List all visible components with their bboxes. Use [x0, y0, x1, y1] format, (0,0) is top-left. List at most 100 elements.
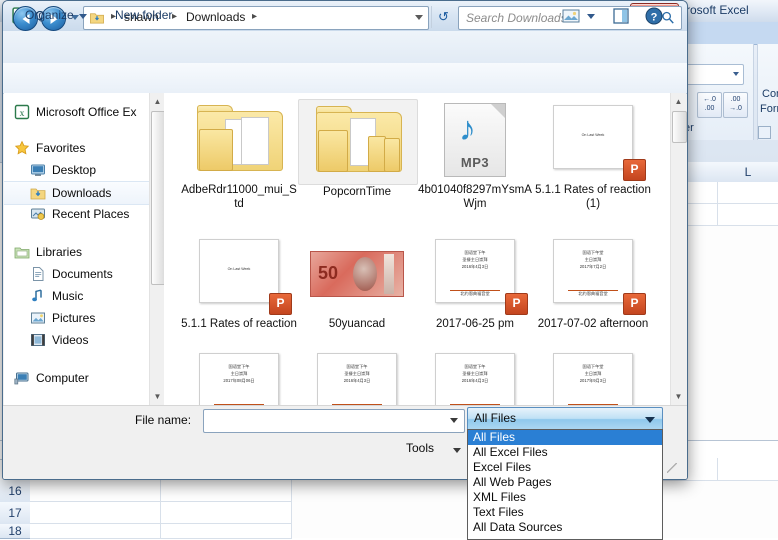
- address-bar-row: [3, 31, 687, 63]
- chevron-down-icon[interactable]: [79, 14, 87, 19]
- breadcrumb-item-downloads[interactable]: Downloads: [186, 10, 245, 24]
- increase-decimal-icon[interactable]: ←.0.00: [697, 92, 722, 118]
- scrollbar-thumb[interactable]: [672, 111, 687, 143]
- file-item[interactable]: ♪ MP3 4b01040f8297mYsmAWjm: [416, 99, 534, 211]
- thumb-line-1: 国语下午堂: [582, 364, 604, 369]
- chevron-down-icon: [733, 72, 739, 76]
- file-pane-scrollbar[interactable]: ▲ ▼: [670, 93, 687, 405]
- sidebar-item-videos[interactable]: Videos: [4, 329, 164, 351]
- excel-conditional-format-label-2: Form: [760, 103, 778, 115]
- file-item[interactable]: 国语下午堂 主日崇拜 2017年9月3日 北约恩典福音堂: [534, 347, 652, 405]
- thumb-line-3: 2017年08月06日: [223, 378, 255, 383]
- folder-open-icon: [197, 105, 283, 171]
- excel-cell[interactable]: [161, 480, 292, 502]
- help-icon[interactable]: ?: [644, 6, 664, 26]
- thumb-line-1: 国语下午堂: [582, 250, 604, 255]
- file-item[interactable]: AdbeRdr11000_mui_Std: [180, 99, 298, 211]
- file-label: 5.1.1 Rates of reaction (1): [535, 184, 651, 210]
- decrease-decimal-icon[interactable]: .00 →.0: [723, 92, 748, 118]
- excel-cell[interactable]: [718, 182, 778, 204]
- sidebar-item-microsoft-office-ex[interactable]: x Microsoft Office Ex: [4, 101, 164, 123]
- sidebar-item-downloads[interactable]: Downloads: [4, 181, 164, 205]
- excel-cell[interactable]: [30, 480, 161, 502]
- file-name-input[interactable]: [203, 409, 465, 433]
- powerpoint-thumbnail: 国语堂下午 圣餐主日崇拜 2016年4月3日 北约恩典福音堂: [317, 353, 397, 405]
- file-type-dropdown-list[interactable]: All Files All Excel Files Excel Files Al…: [467, 429, 663, 540]
- excel-cell[interactable]: [718, 204, 778, 226]
- file-type-option[interactable]: All Excel Files: [468, 445, 662, 460]
- excel-window-title: crosoft Excel: [680, 3, 749, 17]
- resize-grip[interactable]: [667, 463, 677, 473]
- file-item[interactable]: On Last Week P 5.1.1 Rates of reaction: [180, 233, 298, 331]
- powerpoint-badge-icon: P: [505, 293, 528, 315]
- scroll-down-icon[interactable]: ▼: [150, 388, 165, 405]
- sidebar-item-computer[interactable]: Computer: [4, 367, 164, 389]
- chevron-down-icon[interactable]: [450, 418, 458, 423]
- file-list-pane[interactable]: AdbeRdr11000_mui_Std PopcornTime ♪ MP3 4…: [164, 93, 670, 405]
- excel-cell[interactable]: [161, 502, 292, 524]
- file-item[interactable]: 国语下午堂 主日崇拜 2017年7月2日 北约恩典福音堂 P 2017-07-0…: [534, 233, 652, 331]
- excel-cell[interactable]: [30, 502, 161, 524]
- chevron-down-icon[interactable]: [415, 15, 423, 20]
- excel-cell[interactable]: [161, 524, 292, 539]
- file-item[interactable]: 国语堂下午 圣餐主日崇拜 2016年4月3日 北约恩典福音堂: [416, 347, 534, 405]
- thumb-line-2: 主日崇拜: [584, 257, 602, 262]
- banknote-thumbnail: 50: [310, 251, 404, 297]
- excel-dialog-launcher-icon[interactable]: [758, 126, 771, 139]
- file-item[interactable]: 50 50yuancad: [298, 233, 416, 331]
- preview-pane-icon[interactable]: [561, 6, 581, 26]
- change-view-icon[interactable]: [611, 6, 631, 26]
- file-thumbnail: 50: [298, 233, 416, 317]
- file-thumbnail: On Last Week P: [180, 233, 298, 317]
- file-type-option[interactable]: All Web Pages: [468, 475, 662, 490]
- file-item[interactable]: 国语堂下午 圣餐主日崇拜 2016年4月3日 北约恩典福音堂: [298, 347, 416, 405]
- excel-number-format-combo[interactable]: [686, 64, 744, 85]
- organize-button[interactable]: Organize: [25, 8, 74, 22]
- file-type-option[interactable]: All Data Sources: [468, 520, 662, 535]
- thumb-line-2: 圣餐主日崇拜: [344, 371, 370, 376]
- file-type-option[interactable]: All Files: [468, 430, 662, 445]
- thumb-line-3: 2016年4月3日: [461, 378, 489, 383]
- navigation-pane: x Microsoft Office Ex Favorites Desktop: [4, 93, 165, 405]
- excel-column-header-l[interactable]: L: [718, 162, 778, 183]
- thumb-line-1: 国语堂下午: [464, 364, 486, 369]
- tools-button[interactable]: Tools: [406, 441, 434, 455]
- scroll-down-icon[interactable]: ▼: [671, 388, 686, 405]
- excel-row-header-18[interactable]: 18: [0, 524, 31, 539]
- sidebar-item-pictures[interactable]: Pictures: [4, 307, 164, 329]
- excel-cell[interactable]: [30, 524, 161, 539]
- file-type-option[interactable]: Text Files: [468, 505, 662, 520]
- scroll-up-icon[interactable]: ▲: [150, 93, 165, 110]
- file-item[interactable]: 国语堂下午 圣餐主日崇拜 2016年4月3日 北约恩典福音堂 P 2017-06…: [416, 233, 534, 331]
- sidebar-item-desktop[interactable]: Desktop: [4, 159, 164, 181]
- new-folder-button[interactable]: New folder: [115, 8, 172, 22]
- sidebar-item-recent-places[interactable]: Recent Places: [4, 203, 164, 225]
- sidebar-item-label: Desktop: [52, 163, 97, 177]
- excel-cell[interactable]: [718, 458, 778, 481]
- sidebar-item-favorites[interactable]: Favorites: [4, 137, 164, 159]
- file-item[interactable]: PopcornTime: [298, 99, 418, 199]
- chevron-down-icon[interactable]: [587, 14, 595, 19]
- file-type-combo[interactable]: All Files: [467, 407, 663, 431]
- sidebar-item-label: Documents: [52, 267, 113, 281]
- file-item[interactable]: On Last Week P 5.1.1 Rates of reaction (…: [534, 99, 652, 211]
- powerpoint-badge-icon: P: [623, 159, 646, 181]
- excel-row-header-16[interactable]: 16: [0, 480, 31, 503]
- powerpoint-thumbnail: 国语堂下午 主日崇拜 2017年08月06日 北约恩典福音堂: [199, 353, 279, 405]
- file-type-option[interactable]: Excel Files: [468, 460, 662, 475]
- file-type-option[interactable]: XML Files: [468, 490, 662, 505]
- sidebar-item-documents[interactable]: Documents: [4, 263, 164, 285]
- sidebar-item-music[interactable]: Music: [4, 285, 164, 307]
- navigation-pane-scrollbar[interactable]: ▲ ▼: [149, 93, 166, 405]
- file-label: PopcornTime: [323, 186, 391, 198]
- excel-row-header-17[interactable]: 17: [0, 502, 31, 525]
- chevron-down-icon: [645, 417, 655, 423]
- downloads-folder-icon: [30, 188, 46, 200]
- thumb-line-4: 北约恩典福音堂: [460, 291, 490, 296]
- refresh-icon[interactable]: ↺: [431, 6, 455, 28]
- file-label: 5.1.1 Rates of reaction: [181, 318, 297, 330]
- chevron-down-icon[interactable]: [453, 448, 461, 453]
- scroll-up-icon[interactable]: ▲: [671, 93, 686, 110]
- file-item[interactable]: 国语堂下午 主日崇拜 2017年08月06日 北约恩典福音堂: [180, 347, 298, 405]
- sidebar-item-libraries[interactable]: Libraries: [4, 241, 164, 263]
